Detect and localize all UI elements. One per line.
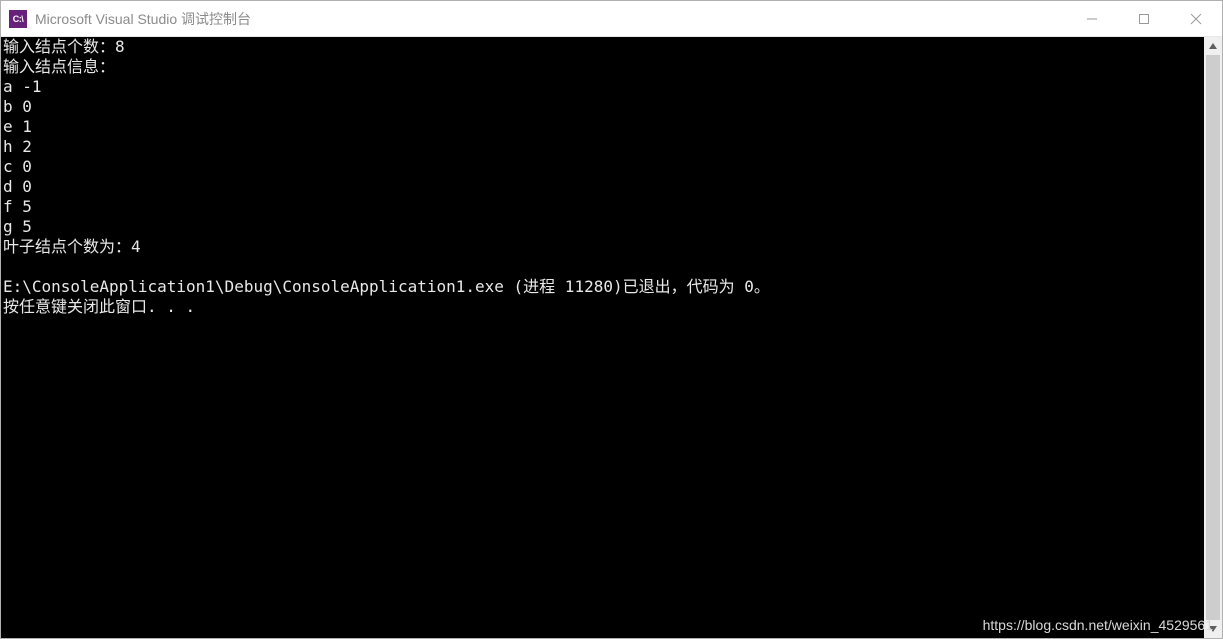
maximize-icon xyxy=(1138,13,1150,25)
window-title: Microsoft Visual Studio 调试控制台 xyxy=(35,9,1066,29)
scroll-track[interactable] xyxy=(1204,55,1222,620)
minimize-icon xyxy=(1086,13,1098,25)
console-wrap: 输入结点个数：8 输入结点信息： a -1 b 0 e 1 h 2 c 0 d … xyxy=(1,37,1222,638)
chevron-up-icon xyxy=(1209,43,1217,49)
window: C:\ Microsoft Visual Studio 调试控制台 输入结点个数… xyxy=(0,0,1223,639)
scroll-down-button[interactable] xyxy=(1204,620,1222,638)
close-icon xyxy=(1190,13,1202,25)
scroll-up-button[interactable] xyxy=(1204,37,1222,55)
console-output[interactable]: 输入结点个数：8 输入结点信息： a -1 b 0 e 1 h 2 c 0 d … xyxy=(1,37,1204,638)
window-controls xyxy=(1066,1,1222,36)
close-button[interactable] xyxy=(1170,1,1222,36)
scroll-thumb[interactable] xyxy=(1206,55,1220,620)
app-icon: C:\ xyxy=(9,10,27,28)
titlebar[interactable]: C:\ Microsoft Visual Studio 调试控制台 xyxy=(1,1,1222,37)
chevron-down-icon xyxy=(1209,626,1217,632)
minimize-button[interactable] xyxy=(1066,1,1118,36)
maximize-button[interactable] xyxy=(1118,1,1170,36)
vertical-scrollbar[interactable] xyxy=(1204,37,1222,638)
